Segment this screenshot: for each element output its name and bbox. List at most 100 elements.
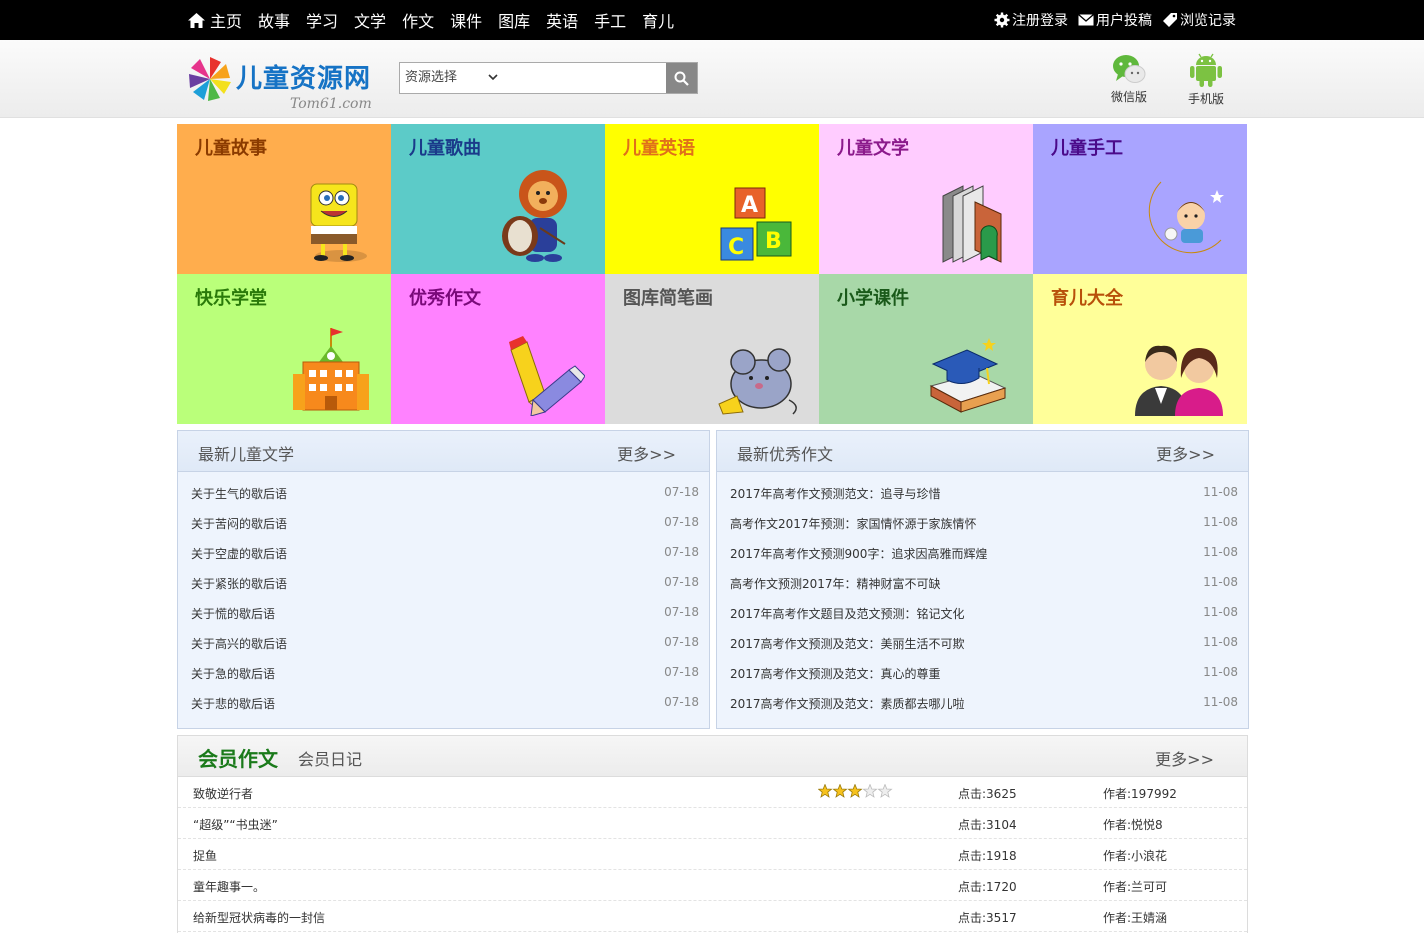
abc-blocks-icon: A C B <box>720 187 792 261</box>
item-title[interactable]: 2017年高考作文预测900字：追求因高雅而辉煌 <box>730 545 987 562</box>
list-item[interactable]: 2017年高考作文预测900字：追求因高雅而辉煌 11-08 <box>717 537 1248 567</box>
nav-item-study[interactable]: 学习 <box>306 8 338 32</box>
list-item[interactable]: 关于慌的歇后语 07-18 <box>178 597 709 627</box>
svg-text:A: A <box>741 193 758 218</box>
category-tile-literature[interactable]: 儿童文学 <box>819 124 1033 274</box>
category-tile-handcraft[interactable]: 儿童手工 <box>1033 124 1247 274</box>
more-link[interactable]: 更多>> <box>1155 746 1214 770</box>
android-icon <box>1190 53 1222 87</box>
item-date: 11-08 <box>1203 575 1238 589</box>
category-tile-english[interactable]: 儿童英语 A C B <box>605 124 819 274</box>
list-item[interactable]: 关于紧张的歇后语 07-18 <box>178 567 709 597</box>
table-row[interactable]: 给新型冠状病毒的一封信 点击:3517 作者:王婧涵 <box>178 901 1247 932</box>
member-works-section: 会员作文 会员日记 更多>> 致敬逆行者 点击:3625 作者:197992 “… <box>177 735 1248 933</box>
list-item[interactable]: 2017高考作文预测及范文：素质都去哪儿啦 11-08 <box>717 687 1248 717</box>
resource-select[interactable]: 资源选择 <box>400 63 510 93</box>
login-link[interactable]: 注册登录 <box>994 10 1068 30</box>
site-logo[interactable]: 儿童资源网 Tom61.com <box>186 52 376 116</box>
work-title[interactable]: 给新型冠状病毒的一封信 <box>193 909 325 926</box>
history-link[interactable]: 浏览记录 <box>1162 10 1236 30</box>
work-title[interactable]: 捉鱼 <box>193 847 217 864</box>
table-row[interactable]: 捉鱼 点击:1918 作者:小浪花 <box>178 839 1247 870</box>
list-item[interactable]: 高考作文预测2017年：精神财富不可缺 11-08 <box>717 567 1248 597</box>
category-title: 图库简笔画 <box>623 288 713 309</box>
category-tile-songs[interactable]: 儿童歌曲 <box>391 124 605 274</box>
nav-home[interactable]: 主页 <box>188 8 242 32</box>
category-tile-parenting[interactable]: 育儿大全 <box>1033 274 1247 424</box>
item-title[interactable]: 2017年高考作文预测范文：追寻与珍惜 <box>730 485 941 502</box>
author: 作者:小浪花 <box>1103 849 1168 863</box>
category-tile-compositions[interactable]: 优秀作文 <box>391 274 605 424</box>
chevron-down-icon <box>488 74 498 81</box>
article-list: 2017年高考作文预测范文：追寻与珍惜 11-08 高考作文2017年预测：家国情… <box>717 472 1248 717</box>
search-input[interactable] <box>510 65 660 91</box>
item-date: 07-18 <box>664 575 699 589</box>
wechat-version-link[interactable]: 微信版 <box>1104 52 1154 105</box>
item-title[interactable]: 2017高考作文预测及范文：素质都去哪儿啦 <box>730 695 965 712</box>
list-item[interactable]: 关于悲的歇后语 07-18 <box>178 687 709 717</box>
nav-item-gallery[interactable]: 图库 <box>498 8 530 32</box>
work-title[interactable]: 童年趣事一。 <box>193 878 265 895</box>
list-item[interactable]: 关于急的歇后语 07-18 <box>178 657 709 687</box>
list-item[interactable]: 关于空虚的歇后语 07-18 <box>178 537 709 567</box>
tab-member-compositions[interactable]: 会员作文 <box>198 743 278 772</box>
category-title: 快乐学堂 <box>195 288 267 309</box>
nav-item-parenting[interactable]: 育儿 <box>642 8 674 32</box>
item-title[interactable]: 关于生气的歇后语 <box>191 485 287 502</box>
item-title[interactable]: 关于苦闷的歇后语 <box>191 515 287 532</box>
school-building-icon <box>293 328 369 411</box>
table-row[interactable]: 童年趣事一。 点击:1720 作者:兰可可 <box>178 870 1247 901</box>
list-item[interactable]: 2017年高考作文题目及范文预测：铭记文化 11-08 <box>717 597 1248 627</box>
category-title: 儿童歌曲 <box>409 138 481 159</box>
nav-item-handcraft[interactable]: 手工 <box>594 8 626 32</box>
panel-header: 最新优秀作文 更多>> <box>717 431 1248 472</box>
table-row[interactable]: “超级”“书虫迷” 点击:3104 作者:悦悦8 <box>178 808 1247 839</box>
category-tile-classroom[interactable]: 快乐学堂 <box>177 274 391 424</box>
list-item[interactable]: 关于苦闷的歇后语 07-18 <box>178 507 709 537</box>
item-title[interactable]: 2017高考作文预测及范文：美丽生活不可欺 <box>730 635 965 652</box>
item-title[interactable]: 2017年高考作文题目及范文预测：铭记文化 <box>730 605 965 622</box>
category-title: 育儿大全 <box>1051 288 1123 309</box>
search-button[interactable] <box>666 63 697 93</box>
category-tile-stories[interactable]: 儿童故事 <box>177 124 391 274</box>
article-list: 关于生气的歇后语 07-18 关于苦闷的歇后语 07-18 关于空虚的歇后语 07-1… <box>178 472 709 717</box>
logo-name: 儿童资源网 <box>236 64 372 94</box>
svg-text:B: B <box>765 229 782 254</box>
tab-member-diaries[interactable]: 会员日记 <box>298 746 362 770</box>
list-item[interactable]: 2017高考作文预测及范文：美丽生活不可欺 11-08 <box>717 627 1248 657</box>
list-item[interactable]: 2017年高考作文预测范文：追寻与珍惜 11-08 <box>717 477 1248 507</box>
user-nav: 注册登录 用户投稿 浏览记录 <box>994 0 1246 40</box>
item-title[interactable]: 关于悲的歇后语 <box>191 695 275 712</box>
nav-item-story[interactable]: 故事 <box>258 8 290 32</box>
books-icon <box>942 185 1002 263</box>
item-date: 07-18 <box>664 635 699 649</box>
table-row[interactable]: 致敬逆行者 点击:3625 作者:197992 <box>178 777 1247 808</box>
item-title[interactable]: 高考作文2017年预测：家国情怀源于家族情怀 <box>730 515 977 532</box>
nav-item-composition[interactable]: 作文 <box>402 8 434 32</box>
work-title[interactable]: 致敬逆行者 <box>193 785 253 802</box>
sponge-character-icon <box>310 183 367 262</box>
list-item[interactable]: 高考作文2017年预测：家国情怀源于家族情怀 11-08 <box>717 507 1248 537</box>
list-item[interactable]: 2017高考作文预测及范文：真心的尊重 11-08 <box>717 657 1248 687</box>
mobile-version-link[interactable]: 手机版 <box>1181 52 1231 107</box>
more-link[interactable]: 更多>> <box>1156 441 1215 465</box>
item-title[interactable]: 关于空虚的歇后语 <box>191 545 287 562</box>
list-item[interactable]: 关于高兴的歇后语 07-18 <box>178 627 709 657</box>
item-date: 07-18 <box>664 515 699 529</box>
more-link[interactable]: 更多>> <box>617 441 676 465</box>
nav-item-literature[interactable]: 文学 <box>354 8 386 32</box>
item-title[interactable]: 关于紧张的歇后语 <box>191 575 287 592</box>
nav-item-english[interactable]: 英语 <box>546 8 578 32</box>
item-title[interactable]: 关于急的歇后语 <box>191 665 275 682</box>
category-tile-gallery[interactable]: 图库简笔画 <box>605 274 819 424</box>
item-title[interactable]: 2017高考作文预测及范文：真心的尊重 <box>730 665 941 682</box>
category-tile-courseware[interactable]: 小学课件 <box>819 274 1033 424</box>
item-title[interactable]: 高考作文预测2017年：精神财富不可缺 <box>730 575 941 592</box>
item-date: 07-18 <box>664 485 699 499</box>
item-title[interactable]: 关于高兴的歇后语 <box>191 635 287 652</box>
item-title[interactable]: 关于慌的歇后语 <box>191 605 275 622</box>
work-title[interactable]: “超级”“书虫迷” <box>193 816 278 833</box>
list-item[interactable]: 关于生气的歇后语 07-18 <box>178 477 709 507</box>
submit-link[interactable]: 用户投稿 <box>1078 10 1152 30</box>
nav-item-courseware[interactable]: 课件 <box>450 8 482 32</box>
